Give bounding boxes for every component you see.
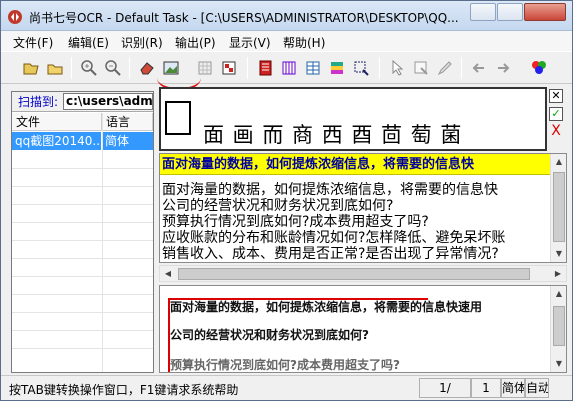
- grid-line: [12, 294, 153, 295]
- file-name-cell: qq截图20140...: [12, 132, 101, 150]
- color-palette-icon[interactable]: [529, 58, 549, 78]
- scan-target-row: 扫描到: c:\users\admi: [12, 92, 153, 112]
- text-vertical-scrollbar[interactable]: ▲ ▼: [550, 154, 566, 262]
- text-line: 预算执行情况到底如何?成本费用超支了吗?: [162, 214, 429, 230]
- status-bar: 按TAB键转换操作窗口，F1键请求系统帮助 1/ 1 简体 自动: [1, 375, 572, 400]
- open-folder-icon[interactable]: [21, 58, 41, 78]
- minimize-button[interactable]: [470, 3, 496, 21]
- text-line: 销售收入、成本、费用是否正常?是否出现了异常情况?: [162, 246, 499, 262]
- grid-line: [12, 312, 153, 313]
- pointer-icon[interactable]: [387, 58, 407, 78]
- grid-line: [12, 330, 153, 331]
- recognition-panel: 面 画 而 商 西 酉 茴 萄 菌 ✕ ✓ X 面对海量的数据，如何提炼浓缩信息…: [159, 87, 567, 373]
- zoom-out-icon[interactable]: [103, 58, 123, 78]
- red-book-icon[interactable]: [255, 58, 275, 78]
- scroll-thumb[interactable]: [553, 172, 565, 242]
- delete-icon[interactable]: X: [549, 124, 563, 139]
- grid-line: [102, 113, 103, 372]
- close-window-button[interactable]: [524, 3, 566, 21]
- toolbar-separator: [461, 57, 462, 79]
- page-total: 1: [471, 378, 501, 398]
- pen-icon[interactable]: [435, 58, 455, 78]
- image-vertical-scrollbar[interactable]: ▲ ▼: [550, 286, 566, 372]
- page-indicator: 1/: [419, 378, 471, 398]
- table-icon[interactable]: [303, 58, 323, 78]
- grid-line: [12, 204, 153, 205]
- image-text-line: 预算执行情况到底如何?成本费用超支了吗?: [170, 358, 400, 372]
- grid-line: [12, 276, 153, 277]
- open-file-icon[interactable]: [45, 58, 65, 78]
- language-indicator: 简体: [501, 378, 525, 398]
- toolbar-separator: [129, 57, 130, 79]
- candidate-characters[interactable]: 面 画 而 商 西 酉 茴 萄 菌: [203, 119, 462, 149]
- toolbar-separator: [71, 57, 72, 79]
- forward-arrow-icon[interactable]: [493, 58, 513, 78]
- rainbow-icon[interactable]: [327, 58, 347, 78]
- menu-output[interactable]: 输出(P): [175, 34, 216, 51]
- window-title: 尚书七号OCR - Default Task - [C:\USERS\ADMIN…: [29, 11, 459, 25]
- text-line: 面对海量的数据，如何提炼浓缩信息，将需要的信息快: [162, 182, 498, 198]
- side-tool-icons: ✕ ✓ X: [549, 89, 565, 143]
- zoom-in-icon[interactable]: [79, 58, 99, 78]
- app-logo-icon: [8, 10, 22, 24]
- mode-indicator: 自动: [525, 378, 549, 398]
- scan-to-button[interactable]: 扫描到:: [14, 93, 62, 110]
- layout-icon[interactable]: [219, 58, 239, 78]
- menu-edit[interactable]: 编辑(E): [68, 34, 109, 51]
- menu-view[interactable]: 显示(V): [229, 34, 271, 51]
- scroll-thumb[interactable]: [553, 306, 565, 346]
- select-icon[interactable]: [351, 58, 371, 78]
- toolbar-separator: [247, 57, 248, 79]
- status-message: 按TAB键转换操作窗口，F1键请求系统帮助: [9, 383, 239, 397]
- language-cell: 简体: [102, 132, 153, 150]
- close-icon[interactable]: ✕: [549, 89, 563, 103]
- source-image-preview[interactable]: 面对海量的数据，如何提炼浓缩信息，将需要的信息快速用 公司的经营状况和财务状况到…: [159, 285, 567, 373]
- text-line: 应收账款的分布和账龄情况如何?怎样降低、避免呆坏账: [162, 230, 506, 246]
- column-header-file[interactable]: 文件: [12, 113, 102, 131]
- scroll-down-icon[interactable]: ▼: [551, 356, 566, 372]
- grid-line: [12, 222, 153, 223]
- grid-line: [12, 186, 153, 187]
- scroll-up-icon[interactable]: ▲: [551, 286, 566, 302]
- menu-bar: 文件(F) 编辑(E) 识别(R) 输出(P) 显示(V) 帮助(H): [1, 31, 572, 51]
- scroll-right-icon[interactable]: ▶: [550, 266, 566, 282]
- column-icon[interactable]: [279, 58, 299, 78]
- eraser-icon[interactable]: [137, 58, 157, 78]
- text-horizontal-scrollbar[interactable]: ◀ ▶: [159, 265, 567, 282]
- caption-buttons: [469, 3, 566, 21]
- scroll-thumb[interactable]: [178, 268, 530, 280]
- current-char-box: [165, 101, 191, 135]
- grid-line: [12, 258, 153, 259]
- toolbar: [1, 51, 572, 84]
- scroll-left-icon[interactable]: ◀: [160, 266, 176, 282]
- menu-recognize[interactable]: 识别(R): [121, 34, 163, 51]
- character-candidate-strip[interactable]: 面 画 而 商 西 酉 茴 萄 菌: [159, 87, 547, 151]
- check-icon[interactable]: ✓: [549, 107, 563, 121]
- highlighted-line: 面对海量的数据，如何提炼浓缩信息，将需要的信息快: [160, 154, 552, 175]
- maximize-button[interactable]: [497, 3, 523, 21]
- grid-line: [12, 348, 153, 349]
- menu-file[interactable]: 文件(F): [13, 34, 53, 51]
- recognized-text-area[interactable]: 面对海量的数据，如何提炼浓缩信息，将需要的信息快 面对海量的数据，如何提炼浓缩信…: [159, 153, 567, 263]
- column-header-language[interactable]: 语言: [102, 113, 153, 131]
- file-list-panel: 扫描到: c:\users\admi 文件 语言 qq截图20140... 简体: [11, 91, 154, 373]
- toolbar-separator: [379, 57, 380, 79]
- grid-line: [12, 240, 153, 241]
- app-window: 尚书七号OCR - Default Task - [C:\USERS\ADMIN…: [0, 0, 573, 401]
- table-row[interactable]: qq截图20140... 简体: [12, 132, 153, 150]
- crop-icon[interactable]: [411, 58, 431, 78]
- title-bar[interactable]: 尚书七号OCR - Default Task - [C:\USERS\ADMIN…: [1, 1, 572, 31]
- image-text-line: 面对海量的数据，如何提炼浓缩信息，将需要的信息快速用: [170, 300, 483, 314]
- grid-line: [12, 168, 153, 169]
- scroll-up-icon[interactable]: ▲: [551, 154, 566, 170]
- scroll-down-icon[interactable]: ▼: [551, 246, 566, 262]
- recognized-text-lines: 面对海量的数据，如何提炼浓缩信息，将需要的信息快 公司的经营状况和财务状况到底如…: [162, 182, 550, 262]
- text-line: 公司的经营状况和财务状况到底如何?: [162, 198, 394, 214]
- image-text-line: 公司的经营状况和财务状况到底如何?: [170, 328, 369, 342]
- back-arrow-icon[interactable]: [469, 58, 489, 78]
- scan-path-field[interactable]: c:\users\admi: [63, 93, 153, 110]
- menu-help[interactable]: 帮助(H): [283, 34, 325, 51]
